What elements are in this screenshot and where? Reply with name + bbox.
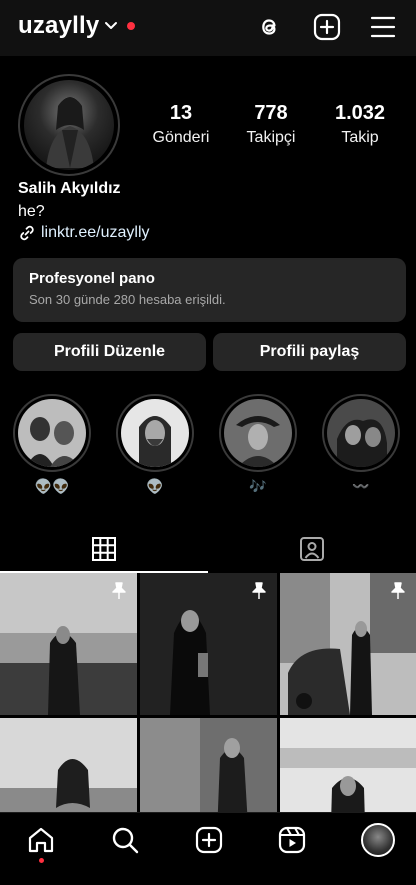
posts-grid — [0, 573, 416, 860]
dashboard-title: Profesyonel pano — [29, 270, 155, 287]
tab-posts-grid[interactable] — [0, 525, 208, 573]
link-icon — [20, 225, 34, 241]
threads-icon[interactable] — [254, 12, 284, 42]
highlight-cover — [18, 399, 86, 467]
create-icon[interactable] — [194, 825, 224, 855]
profile-link[interactable]: linktr.ee/uzaylly — [18, 224, 150, 242]
stat-followers[interactable]: 778 Takipçi — [231, 102, 311, 147]
professional-dashboard[interactable]: Profesyonel pano Son 30 günde 280 hesaba… — [13, 258, 406, 322]
profile-tabs — [0, 525, 416, 573]
chevron-down-icon[interactable] — [103, 18, 119, 34]
stat-posts[interactable]: 13 Gönderi — [141, 102, 221, 147]
stat-label: Gönderi — [152, 129, 210, 146]
highlight-cover — [327, 399, 395, 467]
grid-post[interactable] — [0, 573, 137, 715]
grid-post[interactable] — [140, 573, 277, 715]
top-bar: uzaylly — [0, 0, 416, 56]
notification-dot — [39, 858, 44, 863]
story-highlight[interactable]: 🎶 — [218, 394, 298, 494]
highlight-label: 👽👽 — [34, 478, 70, 494]
edit-profile-button[interactable]: Profili Düzenle — [13, 333, 206, 371]
highlight-cover — [224, 399, 292, 467]
search-icon[interactable] — [110, 825, 140, 855]
story-highlight[interactable]: 👽 — [115, 394, 195, 494]
stat-label: Takipçi — [246, 129, 296, 146]
stat-following[interactable]: 1.032 Takip — [320, 102, 400, 147]
dashboard-subtitle: Son 30 günde 280 hesaba erişildi. — [29, 292, 226, 307]
story-highlight[interactable]: 👽👽 — [12, 394, 92, 494]
username-title[interactable]: uzaylly — [18, 12, 99, 40]
stat-value: 13 — [169, 102, 193, 124]
highlight-label: 🎶 — [249, 478, 267, 494]
share-profile-button[interactable]: Profili paylaş — [213, 333, 406, 371]
bottom-nav — [0, 812, 416, 885]
grid-post[interactable] — [280, 573, 416, 715]
profile-avatar[interactable] — [18, 74, 120, 176]
tagged-icon — [300, 537, 324, 561]
stat-value: 1.032 — [334, 102, 386, 124]
notification-dot — [127, 22, 135, 30]
reels-icon[interactable] — [277, 825, 307, 855]
pin-icon — [252, 582, 266, 599]
plus-square-icon[interactable] — [312, 12, 342, 42]
menu-icon[interactable] — [368, 12, 398, 42]
home-icon[interactable] — [26, 825, 56, 855]
highlight-cover — [121, 399, 189, 467]
grid-icon — [92, 537, 116, 561]
profile-name: Salih Akyıldız — [18, 180, 121, 197]
profile-avatar[interactable] — [361, 823, 395, 857]
highlight-label: 👽 — [146, 478, 164, 494]
pin-icon — [112, 582, 126, 599]
profile-link-text: linktr.ee/uzaylly — [41, 224, 150, 241]
stat-value: 778 — [254, 102, 288, 124]
stat-label: Takip — [341, 129, 379, 146]
tab-tagged[interactable] — [208, 525, 416, 573]
pin-icon — [391, 582, 405, 599]
story-highlight[interactable]: 〰️ — [321, 394, 401, 494]
highlight-label: 〰️ — [352, 478, 370, 494]
profile-bio: he? — [18, 203, 45, 220]
